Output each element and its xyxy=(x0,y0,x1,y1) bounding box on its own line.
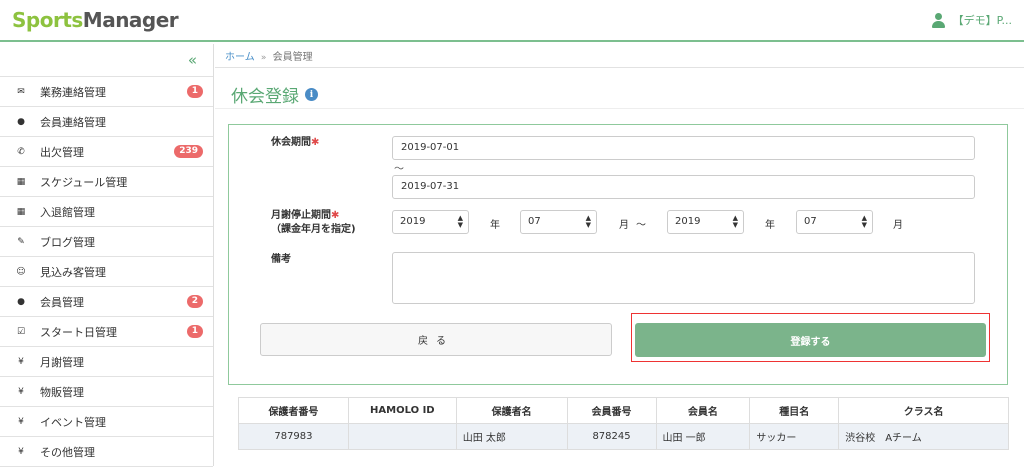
sidebar-item-label: 会員管理 xyxy=(40,295,84,309)
to-year-select[interactable]: 2019 ▲ ▼ xyxy=(667,210,744,234)
envelope-icon: ✉ xyxy=(17,86,25,97)
table-cell: 山田 太郎 xyxy=(455,423,568,450)
sidebar-item-label: その他管理 xyxy=(40,445,95,459)
logo-part-manager: Manager xyxy=(82,8,179,32)
phone-icon: ✆ xyxy=(17,146,25,157)
check-square-icon: ☑ xyxy=(16,326,26,337)
yen-icon: ¥ xyxy=(18,446,24,457)
sidebar-item-label: ブログ管理 xyxy=(40,235,95,249)
sidebar-item[interactable]: ▦ 入退館管理 xyxy=(0,197,213,227)
sidebar-item[interactable]: ¥ イベント管理 xyxy=(0,407,213,437)
notes-label: 備考 xyxy=(271,254,291,265)
sidebar-item[interactable]: ✆ 出欠管理 239 xyxy=(0,137,213,167)
count-badge: 2 xyxy=(186,295,203,308)
yen-icon: ¥ xyxy=(18,386,24,397)
sidebar-item-label: 見込み客管理 xyxy=(40,265,106,279)
member-table: 保護者番号 HAMOLO ID 保護者名 会員番号 会員名 種目名 クラス名 787983 山… xyxy=(238,397,1009,450)
column-header: 会員名 xyxy=(655,397,751,424)
sidebar-item-label: 業務連絡管理 xyxy=(40,85,106,99)
count-badge: 239 xyxy=(174,145,203,158)
back-button[interactable]: 戻る xyxy=(260,323,612,356)
breadcrumb-current: 会員管理 xyxy=(272,52,313,63)
sidebar: « ✉ 業務連絡管理 1 ● 会員連絡管理 ✆ 出欠管理 239 ▦ スケジュール管理 ▦ 入退館管理… xyxy=(0,44,214,467)
sidebar-item[interactable]: ✉ 業務連絡管理 1 xyxy=(0,77,213,107)
table-cell: 山田 一郎 xyxy=(655,423,751,450)
range-separator: ～ xyxy=(636,220,646,231)
sidebar-item[interactable]: ✎ ブログ管理 xyxy=(0,227,213,257)
yen-icon: ¥ xyxy=(18,416,24,427)
user-menu[interactable]: 【デモ】P... xyxy=(931,12,1012,28)
count-badge: 1 xyxy=(186,325,203,338)
breadcrumb-separator: » xyxy=(260,53,267,63)
page-title-area: 休会登録 i xyxy=(231,82,318,107)
sidebar-item-label: 会員連絡管理 xyxy=(40,115,106,129)
sidebar-item-label: イベント管理 xyxy=(40,415,106,429)
column-header: 保護者名 xyxy=(455,397,568,424)
sidebar-item-label: スタート日管理 xyxy=(40,325,117,339)
app-logo[interactable]: SportsManager xyxy=(12,8,179,32)
required-mark: ✱ xyxy=(311,137,320,148)
sidebar-nav: ✉ 業務連絡管理 1 ● 会員連絡管理 ✆ 出欠管理 239 ▦ スケジュール管理 ▦ 入退館管理 ✎ ブ… xyxy=(0,77,213,467)
calendar-icon: ▦ xyxy=(16,176,26,187)
to-month-unit: 月 xyxy=(893,220,903,231)
from-month-select[interactable]: 07 ▲ ▼ xyxy=(520,210,597,234)
yen-icon: ¥ xyxy=(18,356,24,367)
sidebar-item[interactable]: ● 会員連絡管理 xyxy=(0,107,213,137)
sidebar-item[interactable]: ▦ スケジュール管理 xyxy=(0,167,213,197)
from-month-unit: 月 xyxy=(619,220,629,231)
calendar-icon: ▦ xyxy=(16,206,26,217)
table-cell: 878245 xyxy=(566,423,657,450)
count-badge: 1 xyxy=(186,85,203,98)
breadcrumb-home-link[interactable]: ホーム xyxy=(225,52,255,63)
sidebar-item-label: スケジュール管理 xyxy=(40,175,128,189)
user-icon xyxy=(931,12,945,28)
sidebar-item-label: 入退館管理 xyxy=(40,205,95,219)
info-icon[interactable]: i xyxy=(305,88,318,101)
period-start-input[interactable]: 2019-07-01 xyxy=(392,136,975,160)
pencil-icon: ✎ xyxy=(17,236,25,247)
sidebar-item[interactable]: ☺ 見込み客管理 xyxy=(0,257,213,287)
title-divider xyxy=(215,108,1024,109)
submit-button[interactable]: 登録する xyxy=(635,323,986,357)
top-bar: SportsManager 【デモ】P... xyxy=(0,0,1024,42)
sidebar-item-label: 出欠管理 xyxy=(40,145,84,159)
user-name: 【デモ】P... xyxy=(952,14,1012,27)
period-tilde: ～ xyxy=(394,164,404,175)
sidebar-item[interactable]: ¥ 物販管理 xyxy=(0,377,213,407)
column-header: 保護者番号 xyxy=(238,397,349,424)
sidebar-item[interactable]: ¥ 月謝管理 xyxy=(0,347,213,377)
notes-textarea[interactable] xyxy=(392,252,975,304)
smile-icon: ☺ xyxy=(16,266,26,277)
column-header: HAMOLO ID xyxy=(347,397,457,424)
breadcrumb: ホーム » 会員管理 xyxy=(215,44,1024,68)
collapse-sidebar-button[interactable]: « xyxy=(0,44,213,77)
fee-stop-label: 月謝停止期間✱ （課金年月を指定) xyxy=(271,210,356,235)
sidebar-item-label: 月謝管理 xyxy=(40,355,84,369)
from-year-unit: 年 xyxy=(490,220,500,231)
period-end-input[interactable]: 2019-07-31 xyxy=(392,175,975,199)
column-header: クラス名 xyxy=(838,397,1009,424)
to-year-unit: 年 xyxy=(765,220,775,231)
sidebar-item[interactable]: ● 会員管理 2 xyxy=(0,287,213,317)
user-icon: ● xyxy=(17,296,25,307)
table-cell xyxy=(347,423,457,450)
sidebar-item-label: 物販管理 xyxy=(40,385,84,399)
page-title: 休会登録 xyxy=(231,87,299,107)
period-label: 休会期間✱ xyxy=(271,137,320,148)
sidebar-item[interactable]: ¥ その他管理 xyxy=(0,437,213,467)
sidebar-item[interactable]: ☑ スタート日管理 1 xyxy=(0,317,213,347)
table-row[interactable]: 787983 山田 太郎 878245 山田 一郎 サッカー 渋谷校 Aチーム xyxy=(238,423,1009,450)
from-year-select[interactable]: 2019 ▲ ▼ xyxy=(392,210,469,234)
table-cell: サッカー xyxy=(749,423,840,450)
table-body: 787983 山田 太郎 878245 山田 一郎 サッカー 渋谷校 Aチーム xyxy=(238,423,1009,450)
table-cell: 787983 xyxy=(238,423,349,450)
table-header-row: 保護者番号 HAMOLO ID 保護者名 会員番号 会員名 種目名 クラス名 xyxy=(238,397,1009,424)
comment-icon: ● xyxy=(17,116,25,127)
column-header: 会員番号 xyxy=(566,397,657,424)
column-header: 種目名 xyxy=(749,397,840,424)
logo-part-sports: Sports xyxy=(12,8,83,32)
table-cell: 渋谷校 Aチーム xyxy=(838,423,1009,450)
to-month-select[interactable]: 07 ▲ ▼ xyxy=(796,210,873,234)
